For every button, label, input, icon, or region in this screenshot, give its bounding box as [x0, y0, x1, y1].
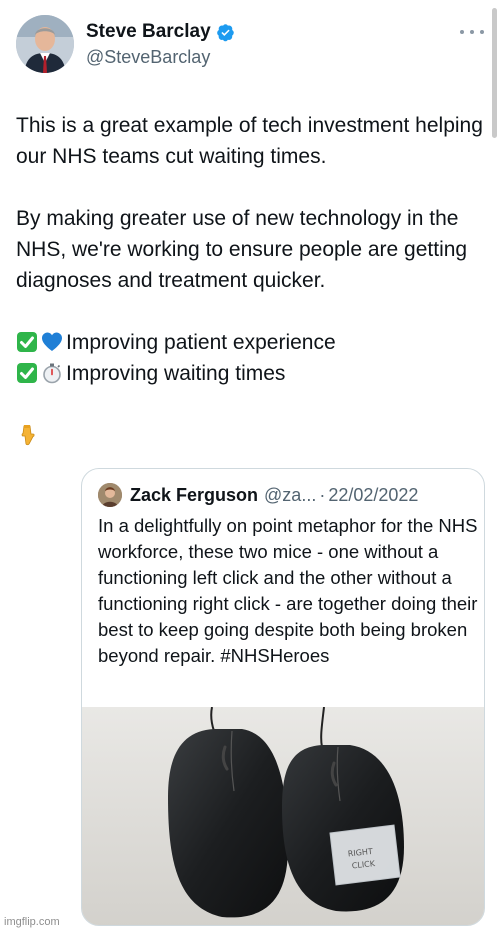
quoted-tweet-date[interactable]: 22/02/2022	[328, 485, 418, 506]
improvement-label: Improving waiting times	[66, 362, 286, 385]
author-handle[interactable]: @SteveBarclay	[86, 47, 210, 68]
tweet-line-patient: Improving patient experience	[16, 327, 486, 358]
quoted-tweet-photo[interactable]: RIGHT CLICK	[82, 706, 484, 925]
tweet-body: This is a great example of tech investme…	[16, 110, 486, 451]
quoted-author-handle[interactable]: @za...	[264, 485, 316, 506]
author-name[interactable]: Steve Barclay	[86, 21, 211, 43]
verified-badge-icon	[216, 23, 234, 41]
quoted-author-name[interactable]: Zack Ferguson	[130, 485, 258, 506]
blue-heart-icon	[42, 332, 62, 351]
tweet-header: Steve Barclay @SteveBarclay	[16, 15, 486, 75]
stopwatch-icon	[43, 363, 61, 384]
pointing-down-line	[16, 420, 486, 451]
green-check-icon	[17, 363, 37, 383]
imgflip-watermark: imgflip.com	[4, 916, 60, 928]
pointing-down-hand-icon	[21, 425, 35, 446]
quoted-tweet-header: Zack Ferguson @za... · 22/02/2022	[98, 483, 478, 507]
quoted-author-avatar[interactable]	[98, 483, 122, 507]
tweet-paragraph: By making greater use of new technology …	[16, 207, 468, 292]
improvement-label: Improving patient experience	[66, 331, 336, 354]
quoted-tweet-card[interactable]: Zack Ferguson @za... · 22/02/2022 In a d…	[81, 468, 485, 926]
quoted-tweet-text: In a delightfully on point metaphor for …	[98, 515, 478, 666]
tweet-line-waiting: Improving waiting times	[16, 358, 486, 389]
author-avatar[interactable]	[16, 15, 74, 73]
tweet-paragraph: This is a great example of tech investme…	[16, 114, 483, 168]
scrollbar[interactable]	[492, 8, 497, 138]
more-options-icon[interactable]	[460, 27, 484, 37]
green-check-icon	[17, 332, 37, 352]
separator-dot: ·	[319, 484, 326, 505]
